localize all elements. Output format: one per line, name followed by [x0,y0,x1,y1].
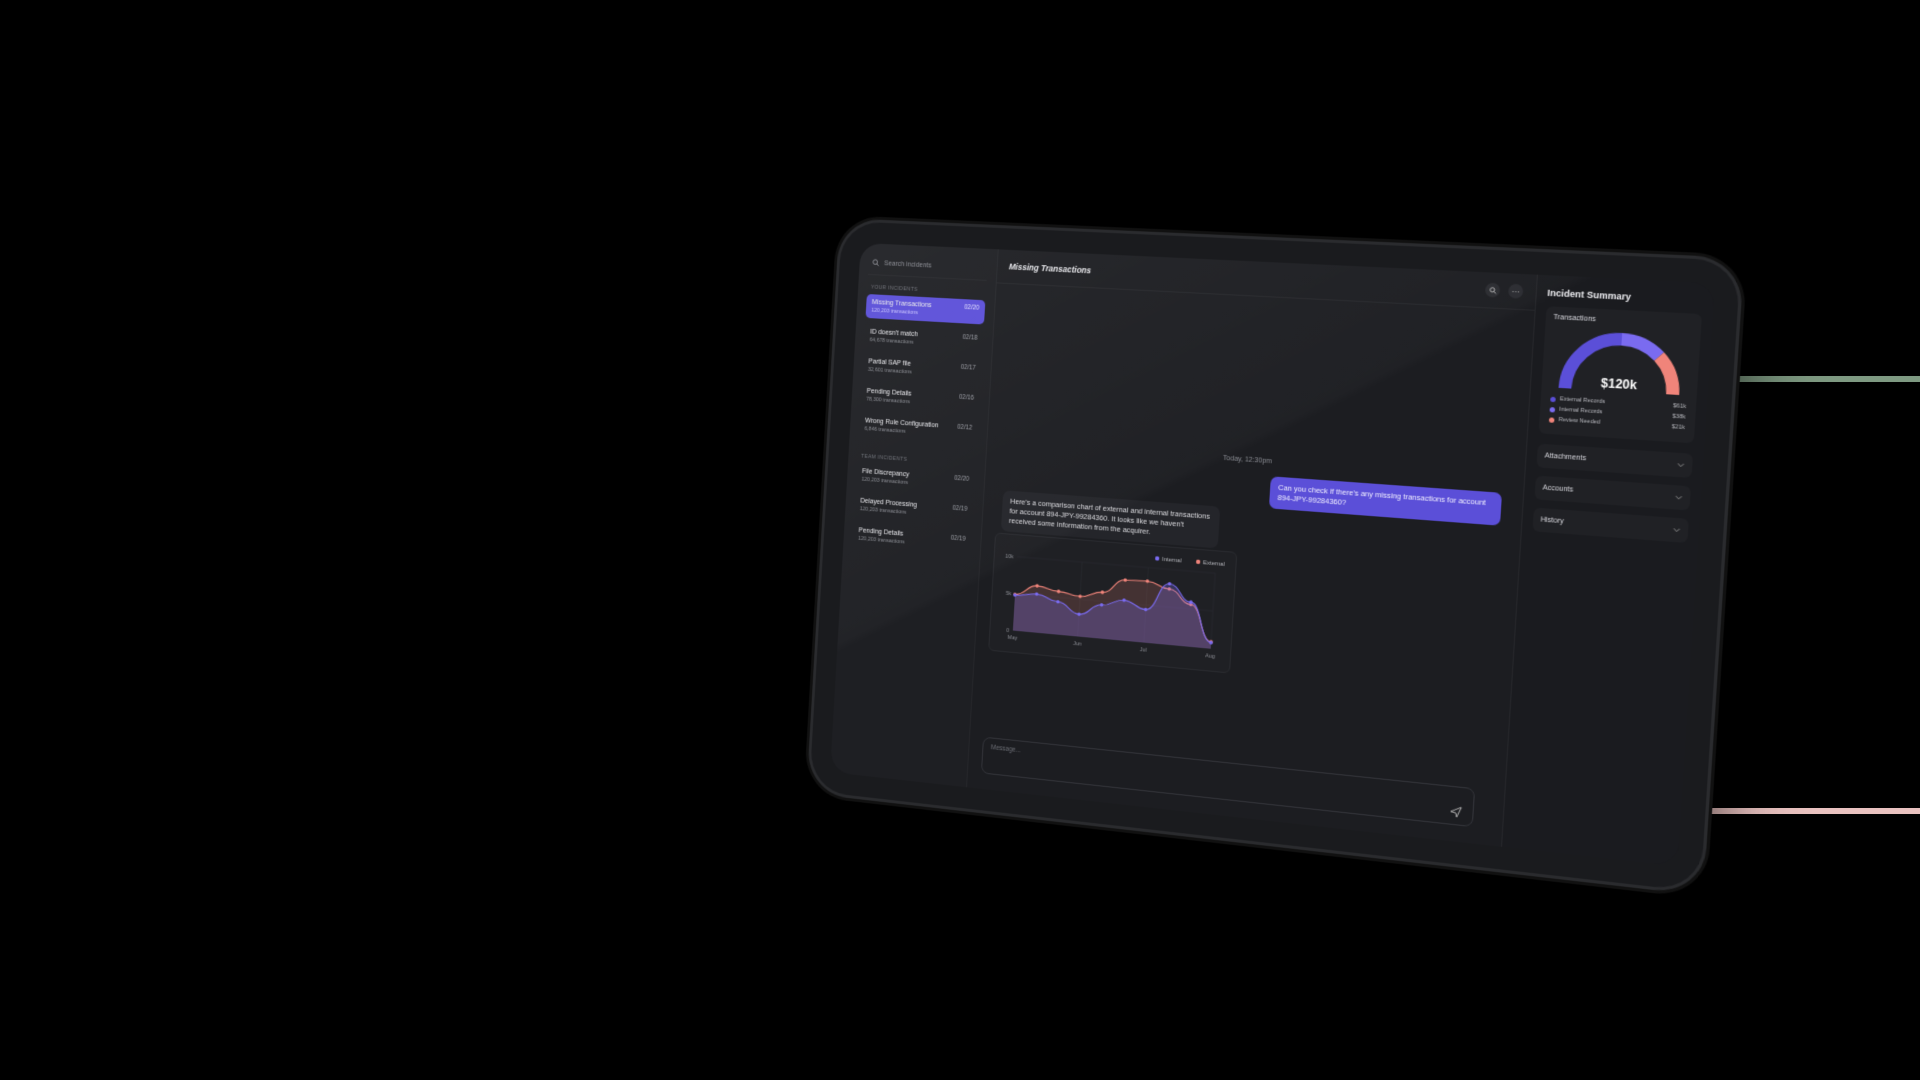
incident-date: 02/18 [962,333,978,342]
incident-date: 02/20 [953,474,970,483]
chart-legend-dot [1195,559,1201,565]
search-placeholder: Search incidents [883,259,932,269]
section-history[interactable]: History [1532,507,1689,544]
legend-label: External Records [1559,396,1606,406]
send-icon[interactable] [1449,805,1462,819]
user-message-bubble: Can you check if there's any missing tra… [1268,476,1503,526]
chevron-down-icon [1675,494,1683,502]
chat-title: Missing Transactions [1008,261,1092,276]
incident-date: 02/16 [958,393,975,402]
legend-value: $61k [1672,403,1687,411]
x-tick-label: Jun [1073,641,1082,648]
x-tick-label: May [1007,635,1017,642]
incident-count: 120,203 transactions [861,476,909,486]
section-accounts[interactable]: Accounts [1534,475,1691,511]
search-bar[interactable]: Search incidents [867,254,988,281]
chevron-down-icon [1673,526,1681,534]
incident-count: 32,601 transactions [867,366,912,376]
section-attachments[interactable]: Attachments [1536,443,1694,478]
message-composer[interactable]: Message... [980,736,1476,828]
incident-count: 78,300 transactions [866,396,911,406]
incident-item[interactable]: Delayed Processing 120,203 transactions 02… [854,492,974,525]
incident-date: 02/20 [964,304,980,312]
section-label: Accounts [1542,484,1574,494]
incident-date: 02/17 [960,363,977,372]
message-timestamp: Today, 12:30pm [1222,454,1273,466]
legend-value: $21k [1671,424,1686,432]
tablet-device: Search incidents YOUR INCIDENTS Missing … [809,221,1741,893]
gridline [1017,557,1215,573]
legend-dot [1550,396,1556,402]
transactions-gauge: $120k [1554,328,1687,400]
section-label: History [1540,516,1564,526]
chart-legend-label: Internal [1162,557,1182,565]
chart-legend-label: External [1203,560,1225,568]
legend-value: $38k [1672,413,1686,421]
incident-count: 120,203 transactions [871,307,919,316]
incident-item[interactable]: Wrong Rule Configuration 6,846 transactio… [859,412,979,444]
incident-item[interactable]: ID doesn't match 64,678 transactions 02/18 [864,324,984,355]
incident-date: 02/19 [950,534,966,543]
gauge-legend: External Records $61k Internal Records $38k… [1547,396,1689,432]
section-label: Attachments [1544,452,1587,463]
y-tick-label: 0 [1006,628,1009,634]
incident-item[interactable]: File Discrepancy 120,203 transactions 02/2… [856,463,976,496]
incident-count: 120,203 transactions [857,535,905,546]
legend-dot [1548,416,1555,423]
y-tick-label: 5k [1006,591,1012,597]
transactions-label: Transactions [1553,313,1597,324]
legend-label: Internal Records [1559,406,1603,416]
y-tick-label: 10k [1005,554,1014,561]
message-input[interactable]: Message... [991,744,1021,754]
incident-item[interactable]: Partial SAP file 32,601 transactions 02/17 [862,353,982,384]
legend-dot [1549,406,1556,413]
summary-sections: Attachments Accounts History [1532,443,1694,544]
team-incidents-list: File Discrepancy 120,203 transactions 02/2… [852,463,975,556]
legend-label: Review Needed [1558,416,1601,426]
panel-title: Incident Summary [1547,287,1632,303]
x-tick-label: Jul [1140,647,1147,654]
chart-legend-dot [1154,556,1160,561]
gauge-arc-internal [1621,339,1660,356]
chevron-down-icon [1677,461,1685,469]
incident-title: Partial SAP file [868,358,912,368]
incident-item[interactable]: Pending Details 78,300 transactions 02/16 [860,383,980,415]
search-icon [872,259,880,267]
chart-svg: 0 5k 10k May Jun Jul Aug Internal External [1005,554,1225,660]
transactions-card: Transactions $120k External Records $61k I… [1538,306,1702,444]
incident-date: 02/19 [952,504,968,513]
search-icon[interactable] [1484,282,1501,298]
incident-item[interactable]: Missing Transactions 120,203 transactions… [865,294,986,325]
incident-summary-panel: Incident Summary Transactions $120k Exte… [1500,274,1716,867]
incident-item[interactable]: Pending Details 120,203 transactions 02/19 [852,522,972,556]
chat-area: Today, 12:30pm Can you check if there's … [967,283,1535,846]
comparison-chart: 0 5k 10k May Jun Jul Aug Internal External [988,532,1238,674]
more-options-icon[interactable]: ⋯ [1507,283,1524,299]
x-tick-label: Aug [1205,653,1215,660]
incident-date: 02/12 [956,423,973,432]
your-incidents-list: Missing Transactions 120,203 transactions… [859,294,986,445]
app-screen: Search incidents YOUR INCIDENTS Missing … [830,242,1716,867]
incident-count: 64,678 transactions [869,337,914,346]
chat-main: Missing Transactions ⋯ Today, 12:30pm Ca… [967,249,1537,846]
series-area [1012,570,1215,649]
